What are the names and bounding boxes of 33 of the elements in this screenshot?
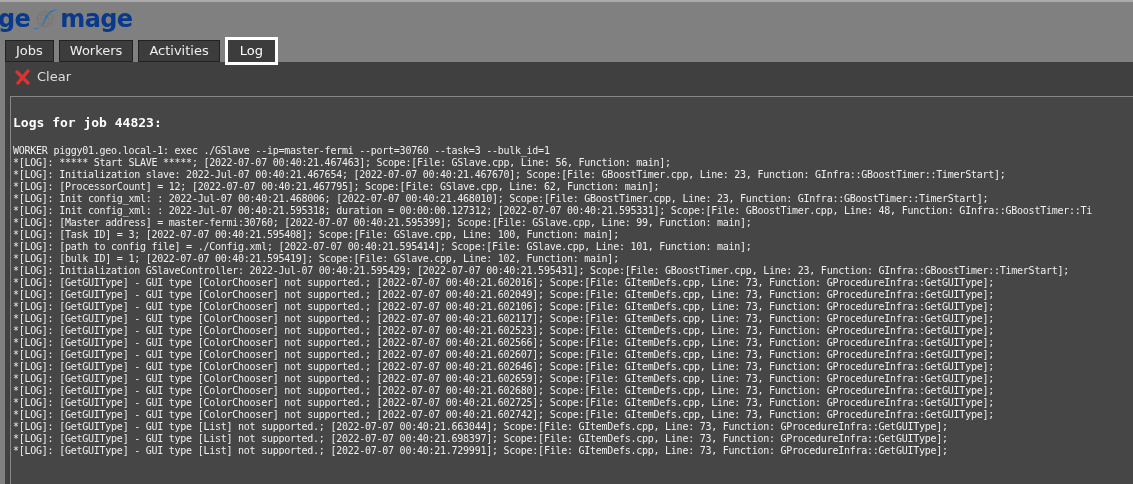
log-line: *[LOG]: [GetGUIType] - GUI type [ColorChooser] not supported.; [2022-07-07 00:40:21.602607]; Scope:[File: GItemDefs.cpp, Line: 73, Function: GProcedureInfra::GetGUIType]; [13, 348, 994, 361]
log-line: *[LOG]: Initialization GSlaveController: 2022-Jul-07 00:40:21.595429; [2022-07-07 00:40:21.595431]; Scope:[File: GBoostTimer.cpp, Line: 23, Function: GInfra::GBoostTimer::TimerStart]; [13, 264, 1069, 277]
log-line: *[LOG]: Initialization slave: 2022-Jul-07 00:40:21.467654; [2022-07-07 00:40:21.467670]; Scope:[File: GBoostTimer.cpp, Line: 23, Function: GInfra::GBoostTimer::TimerStart]; [13, 168, 1006, 181]
log-line: *[LOG]: [bulk ID] = 1; [2022-07-07 00:40:21.595419]; Scope:[File: GSlave.cpp, Line: 102, Function: main]; [13, 252, 619, 265]
log-line: *[LOG]: [GetGUIType] - GUI type [List] not supported.; [2022-07-07 00:40:21.729991]; Scope:[File: GItemDefs.cpp, Line: 73, Function: GProcedureInfra::GetGUIType]; [13, 444, 948, 457]
log-line: *[LOG]: [GetGUIType] - GUI type [ColorChooser] not supported.; [2022-07-07 00:40:21.602106]; Scope:[File: GItemDefs.cpp, Line: 73, Function: GProcedureInfra::GetGUIType]; [13, 300, 994, 313]
log-line: *[LOG]: [GetGUIType] - GUI type [ColorChooser] not supported.; [2022-07-07 00:40:21.602680]; Scope:[File: GItemDefs.cpp, Line: 73, Function: GProcedureInfra::GetGUIType]; [13, 384, 994, 397]
log-line: *[LOG]: [GetGUIType] - GUI type [ColorChooser] not supported.; [2022-07-07 00:40:21.602646]; Scope:[File: GItemDefs.cpp, Line: 73, Function: GProcedureInfra::GetGUIType]; [13, 360, 994, 373]
log-line: *[LOG]: Init config_xml: : 2022-Jul-07 00:40:21.468006; [2022-07-07 00:40:21.468010]; Scope:[File: GBoostTimer.cpp, Line: 23, Function: GInfra::GBoostTimer::TimerStart]; [13, 192, 989, 205]
tab[interactable]: Activities [138, 40, 220, 62]
log-line: *[LOG]: [GetGUIType] - GUI type [ColorChooser] not supported.; [2022-07-07 00:40:21.602742]; Scope:[File: GItemDefs.cpp, Line: 73, Function: GProcedureInfra::GetGUIType]; [13, 408, 994, 421]
log-line: *[LOG]: [GetGUIType] - GUI type [ColorChooser] not supported.; [2022-07-07 00:40:21.602016]; Scope:[File: GItemDefs.cpp, Line: 73, Function: GProcedureInfra::GetGUIType]; [13, 276, 994, 289]
log-line: *[LOG]: [path to config file] = ./Config.xml; [2022-07-07 00:40:21.595414]; Scope:[File: GSlave.cpp, Line: 101, Function: main]; [13, 240, 752, 253]
log-line: *[LOG]: [GetGUIType] - GUI type [ColorChooser] not supported.; [2022-07-07 00:40:21.602523]; Scope:[File: GItemDefs.cpp, Line: 73, Function: GProcedureInfra::GetGUIType]; [13, 324, 994, 337]
tab[interactable]: Jobs [5, 40, 54, 62]
log-line: *[LOG]: Init config_xml: : 2022-Jul-07 00:40:21.595318; duration = 00:00:00.127312; [2022-07-07 00:40:21.595331]; Scope:[File: GBoostTimer.cpp, Line: 48, Function: GInfra::GBoostTimer::Ti [13, 204, 1093, 217]
log-line: *[LOG]: [ProcessorCount] = 12; [2022-07-07 00:40:21.467795]; Scope:[File: GSlave.cpp, Line: 62, Function: main]; [13, 180, 660, 193]
log-line: *[LOG]: [GetGUIType] - GUI type [ColorChooser] not supported.; [2022-07-07 00:40:21.602049]; Scope:[File: GItemDefs.cpp, Line: 73, Function: GProcedureInfra::GetGUIType]; [13, 288, 994, 301]
tab[interactable]: Workers [58, 40, 134, 62]
log-line: *[LOG]: [Master address] = master-fermi:30760; [2022-07-07 00:40:21.595399]; Scope:[File: GSlave.cpp, Line: 99, Function: main]; [13, 216, 752, 229]
log-line: *[LOG]: ***** Start SLAVE *****; [2022-07-07 00:40:21.467463]; Scope:[File: GSlave.cpp, Line: 56, Function: main]; [13, 156, 671, 169]
log-title: Logs for job 44823: [13, 114, 163, 132]
log-line: *[LOG]: [GetGUIType] - GUI type [ColorChooser] not supported.; [2022-07-07 00:40:21.602725]; Scope:[File: GItemDefs.cpp, Line: 73, Function: GProcedureInfra::GetGUIType]; [13, 396, 994, 409]
log-line: *[LOG]: [GetGUIType] - GUI type [List] not supported.; [2022-07-07 00:40:21.663044]; Scope:[File: GItemDefs.cpp, Line: 73, Function: GProcedureInfra::GetGUIType]; [13, 420, 948, 433]
close-icon [15, 69, 31, 85]
log-line: *[LOG]: [GetGUIType] - GUI type [ColorChooser] not supported.; [2022-07-07 00:40:21.602566]; Scope:[File: GItemDefs.cpp, Line: 73, Function: GProcedureInfra::GetGUIType]; [13, 336, 994, 349]
log-line: *[LOG]: [GetGUIType] - GUI type [List] not supported.; [2022-07-07 00:40:21.698397]; Scope:[File: GItemDefs.cpp, Line: 73, Function: GProcedureInfra::GetGUIType]; [13, 432, 948, 445]
log-line: WORKER piggy01.geo.local-1: exec ./GSlave --ip=master-fermi --port=30760 --task=3 --bulk_id=1 [13, 144, 550, 157]
tab[interactable]: Log [224, 37, 278, 65]
clear-button[interactable]: Clear [15, 67, 71, 87]
log-line: *[LOG]: [GetGUIType] - GUI type [ColorChooser] not supported.; [2022-07-07 00:40:21.602659]; Scope:[File: GItemDefs.cpp, Line: 73, Function: GProcedureInfra::GetGUIType]; [13, 372, 994, 385]
log-line: *[LOG]: [Task ID] = 3; [2022-07-07 00:40:21.595408]; Scope:[File: GSlave.cpp, Line: 100, Function: main]; [13, 228, 619, 241]
log-line: *[LOG]: [GetGUIType] - GUI type [ColorChooser] not supported.; [2022-07-07 00:40:21.602117]; Scope:[File: GItemDefs.cpp, Line: 73, Function: GProcedureInfra::GetGUIType]; [13, 312, 994, 325]
